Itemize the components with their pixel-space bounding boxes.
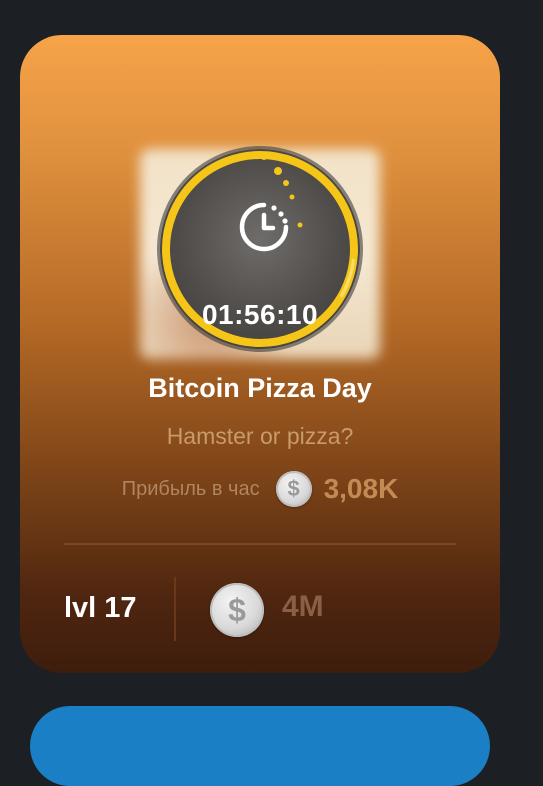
cooldown-timer: 01:56:10	[201, 299, 319, 330]
card-image: 01:56:10	[140, 149, 380, 359]
upgrade-card[interactable]: 01:56:10 Bitcoin Pizza Day Hamster or pi…	[20, 35, 500, 673]
profit-per-hour: Прибыль в час $ 3,08K	[20, 469, 500, 509]
upgrade-cost: 4M	[282, 590, 324, 623]
coin-icon: $	[210, 583, 264, 637]
cost-coin: $	[210, 583, 264, 637]
profit-label: Прибыль в час	[121, 477, 260, 500]
profit-value: 3,08K	[323, 473, 399, 504]
card-title: Bitcoin Pizza Day	[148, 373, 372, 403]
next-card[interactable]	[30, 706, 490, 786]
coin-icon: $	[275, 471, 312, 507]
divider	[64, 543, 456, 545]
stopwatch-icon	[239, 202, 289, 252]
card-subtitle: Hamster or pizza?	[166, 423, 354, 449]
vertical-divider	[174, 577, 176, 641]
card-level: lvl 17	[64, 592, 137, 624]
